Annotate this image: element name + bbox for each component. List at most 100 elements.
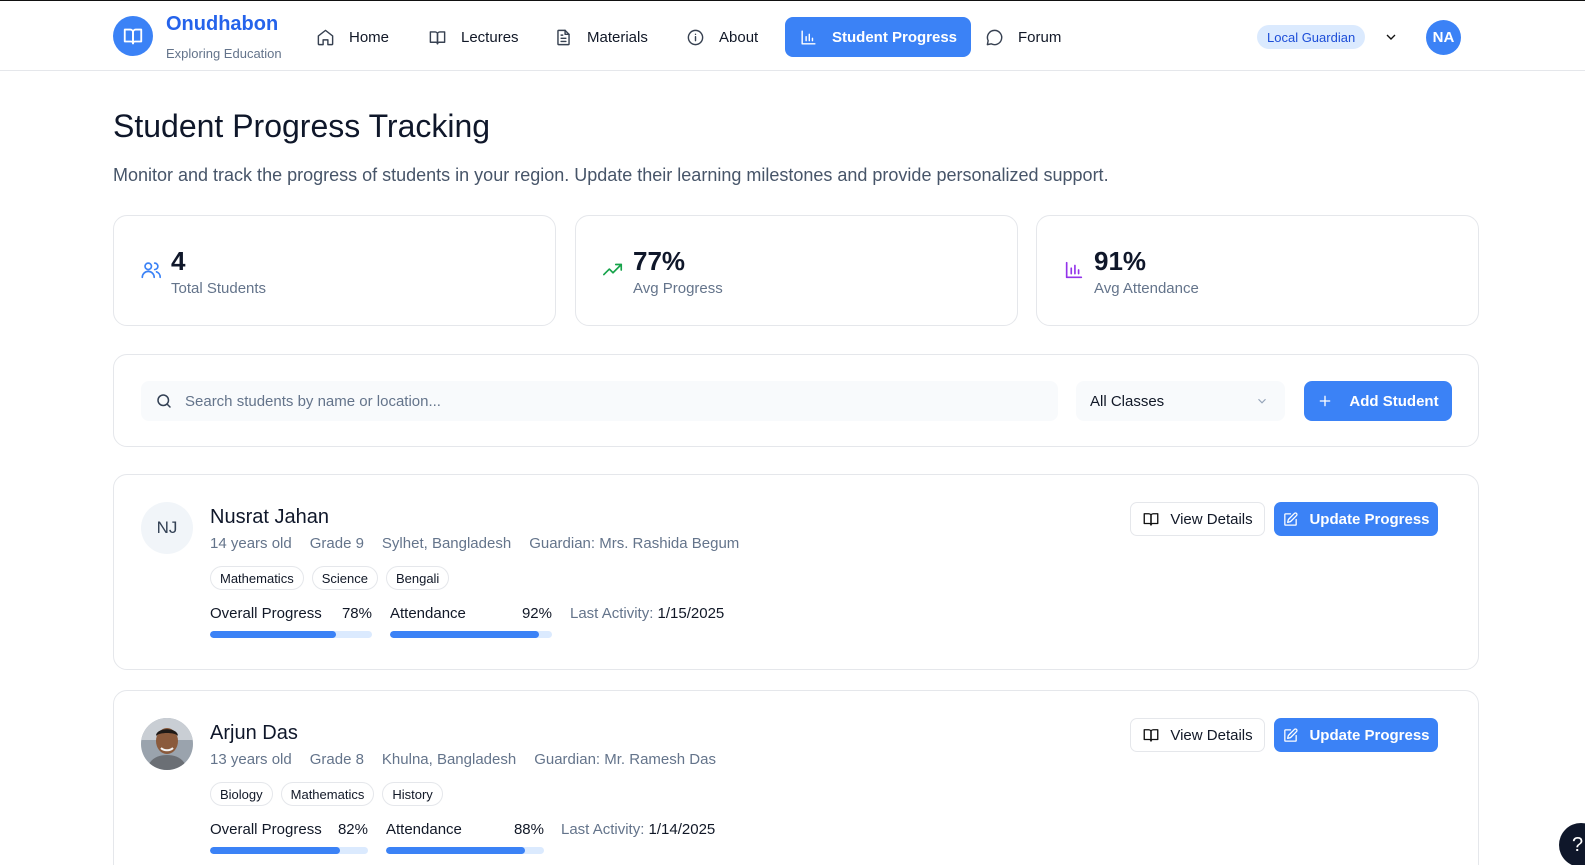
view-details-button[interactable]: View Details xyxy=(1130,502,1265,536)
search-input[interactable] xyxy=(185,381,1045,421)
metric-value: 88% xyxy=(513,821,544,838)
top-navbar: Onudhabon Exploring Education Home Lectu… xyxy=(0,0,1585,71)
subject-tags: Mathematics Science Bengali xyxy=(210,566,450,590)
last-activity-date: 1/14/2025 xyxy=(648,821,716,838)
nav-about[interactable]: About xyxy=(676,17,768,57)
last-activity-date: 1/15/2025 xyxy=(657,605,725,622)
book-icon xyxy=(429,30,446,45)
last-activity-label: Last Activity: xyxy=(561,821,645,838)
stat-card-avg-progress: 77% Avg Progress xyxy=(575,215,1018,326)
add-student-label: Add Student xyxy=(1349,392,1439,410)
nav-home[interactable]: Home xyxy=(306,17,399,57)
brand-tagline: Exploring Education xyxy=(166,46,282,61)
metric-value: 78% xyxy=(341,605,372,622)
book-icon xyxy=(1143,513,1159,526)
trending-up-icon xyxy=(602,259,624,281)
student-guardian: Guardian: Mrs. Rashida Begum xyxy=(529,535,740,552)
update-progress-label: Update Progress xyxy=(1309,726,1430,744)
avatar xyxy=(141,718,193,770)
add-student-button[interactable]: Add Student xyxy=(1304,381,1452,421)
stat-card-total-students: 4 Total Students xyxy=(113,215,556,326)
last-activity: Last Activity: 1/15/2025 xyxy=(570,605,724,622)
student-name: Arjun Das xyxy=(210,722,298,744)
last-activity-label: Last Activity: xyxy=(570,605,654,622)
update-progress-label: Update Progress xyxy=(1309,510,1430,528)
nav-materials-label: Materials xyxy=(587,28,648,46)
users-icon xyxy=(140,259,162,281)
avatar: NJ xyxy=(141,502,193,554)
metric-label: Attendance xyxy=(386,821,462,838)
attendance-bar xyxy=(386,847,544,854)
progress-bar xyxy=(210,847,368,854)
student-location: Sylhet, Bangladesh xyxy=(381,535,512,552)
search-box xyxy=(141,381,1058,421)
view-details-label: View Details xyxy=(1170,726,1253,744)
help-button[interactable]: ? xyxy=(1559,823,1585,865)
page-description: Monitor and track the progress of studen… xyxy=(113,165,1109,185)
attendance-bar xyxy=(390,631,552,638)
update-progress-button[interactable]: Update Progress xyxy=(1274,502,1438,536)
class-filter-value: All Classes xyxy=(1090,392,1165,410)
book-icon xyxy=(1143,729,1159,742)
class-filter-select[interactable]: All Classes xyxy=(1076,381,1285,421)
update-progress-button[interactable]: Update Progress xyxy=(1274,718,1438,752)
student-photo xyxy=(141,718,193,770)
stat-value: 4 xyxy=(171,246,186,276)
progress-bar xyxy=(210,631,372,638)
attendance-metric: Attendance 88% xyxy=(386,821,544,854)
student-meta: 13 years old Grade 8 Khulna, Bangladesh … xyxy=(210,751,716,768)
stat-label: Total Students xyxy=(171,280,267,297)
subject-tag: Science xyxy=(311,566,378,590)
chevron-down-icon xyxy=(1258,398,1266,404)
bar-chart-icon xyxy=(1063,259,1085,281)
student-name: Nusrat Jahan xyxy=(210,506,329,528)
logo-book-icon[interactable] xyxy=(113,16,153,56)
metric-value: 82% xyxy=(337,821,368,838)
page-title: Student Progress Tracking xyxy=(113,108,491,144)
nav-forum-label: Forum xyxy=(1018,28,1062,46)
student-guardian: Guardian: Mr. Ramesh Das xyxy=(534,751,716,768)
attendance-metric: Attendance 92% xyxy=(390,605,552,638)
stat-label: Avg Attendance xyxy=(1094,280,1199,297)
overall-progress-metric: Overall Progress 82% xyxy=(210,821,368,854)
role-badge[interactable]: Local Guardian xyxy=(1257,25,1366,49)
user-avatar[interactable]: NA xyxy=(1426,20,1461,55)
subject-tag: History xyxy=(382,782,443,806)
metric-label: Overall Progress xyxy=(210,605,322,622)
filter-bar: All Classes Add Student xyxy=(113,354,1479,447)
view-details-button[interactable]: View Details xyxy=(1130,718,1265,752)
plus-icon xyxy=(1320,395,1331,407)
student-grade: Grade 9 xyxy=(309,535,364,552)
nav-about-label: About xyxy=(719,28,759,46)
metric-label: Attendance xyxy=(390,605,466,622)
metric-label: Overall Progress xyxy=(210,821,322,838)
nav-student-progress-label: Student Progress xyxy=(832,28,958,46)
nav-home-label: Home xyxy=(349,28,390,46)
attendance-bar-fill xyxy=(386,847,526,854)
nav-materials[interactable]: Materials xyxy=(544,17,658,57)
student-meta: 14 years old Grade 9 Sylhet, Bangladesh … xyxy=(210,535,739,552)
subject-tag: Biology xyxy=(210,782,273,806)
attendance-bar-fill xyxy=(390,631,540,638)
info-icon xyxy=(687,29,704,45)
nav-forum[interactable]: Forum xyxy=(975,17,1071,57)
brand-name[interactable]: Onudhabon xyxy=(166,13,278,36)
student-age: 14 years old xyxy=(210,535,292,552)
progress-bar-fill xyxy=(210,847,340,854)
overall-progress-metric: Overall Progress 78% xyxy=(210,605,372,638)
subject-tag: Bengali xyxy=(385,566,450,590)
chevron-down-icon[interactable] xyxy=(1383,29,1399,45)
nav-lectures-label: Lectures xyxy=(461,28,519,46)
view-details-label: View Details xyxy=(1170,510,1253,528)
home-icon xyxy=(317,29,334,45)
chat-bubble-icon xyxy=(986,29,1003,45)
nav-student-progress[interactable]: Student Progress xyxy=(785,17,972,57)
stat-value: 77% xyxy=(633,246,686,276)
document-icon xyxy=(557,29,570,45)
student-grade: Grade 8 xyxy=(309,751,364,768)
student-card: NJ Nusrat Jahan 14 years old Grade 9 Syl… xyxy=(113,474,1479,670)
student-location: Khulna, Bangladesh xyxy=(381,751,517,768)
nav-lectures[interactable]: Lectures xyxy=(418,17,529,57)
subject-tag: Mathematics xyxy=(280,782,375,806)
subject-tag: Mathematics xyxy=(210,566,304,590)
